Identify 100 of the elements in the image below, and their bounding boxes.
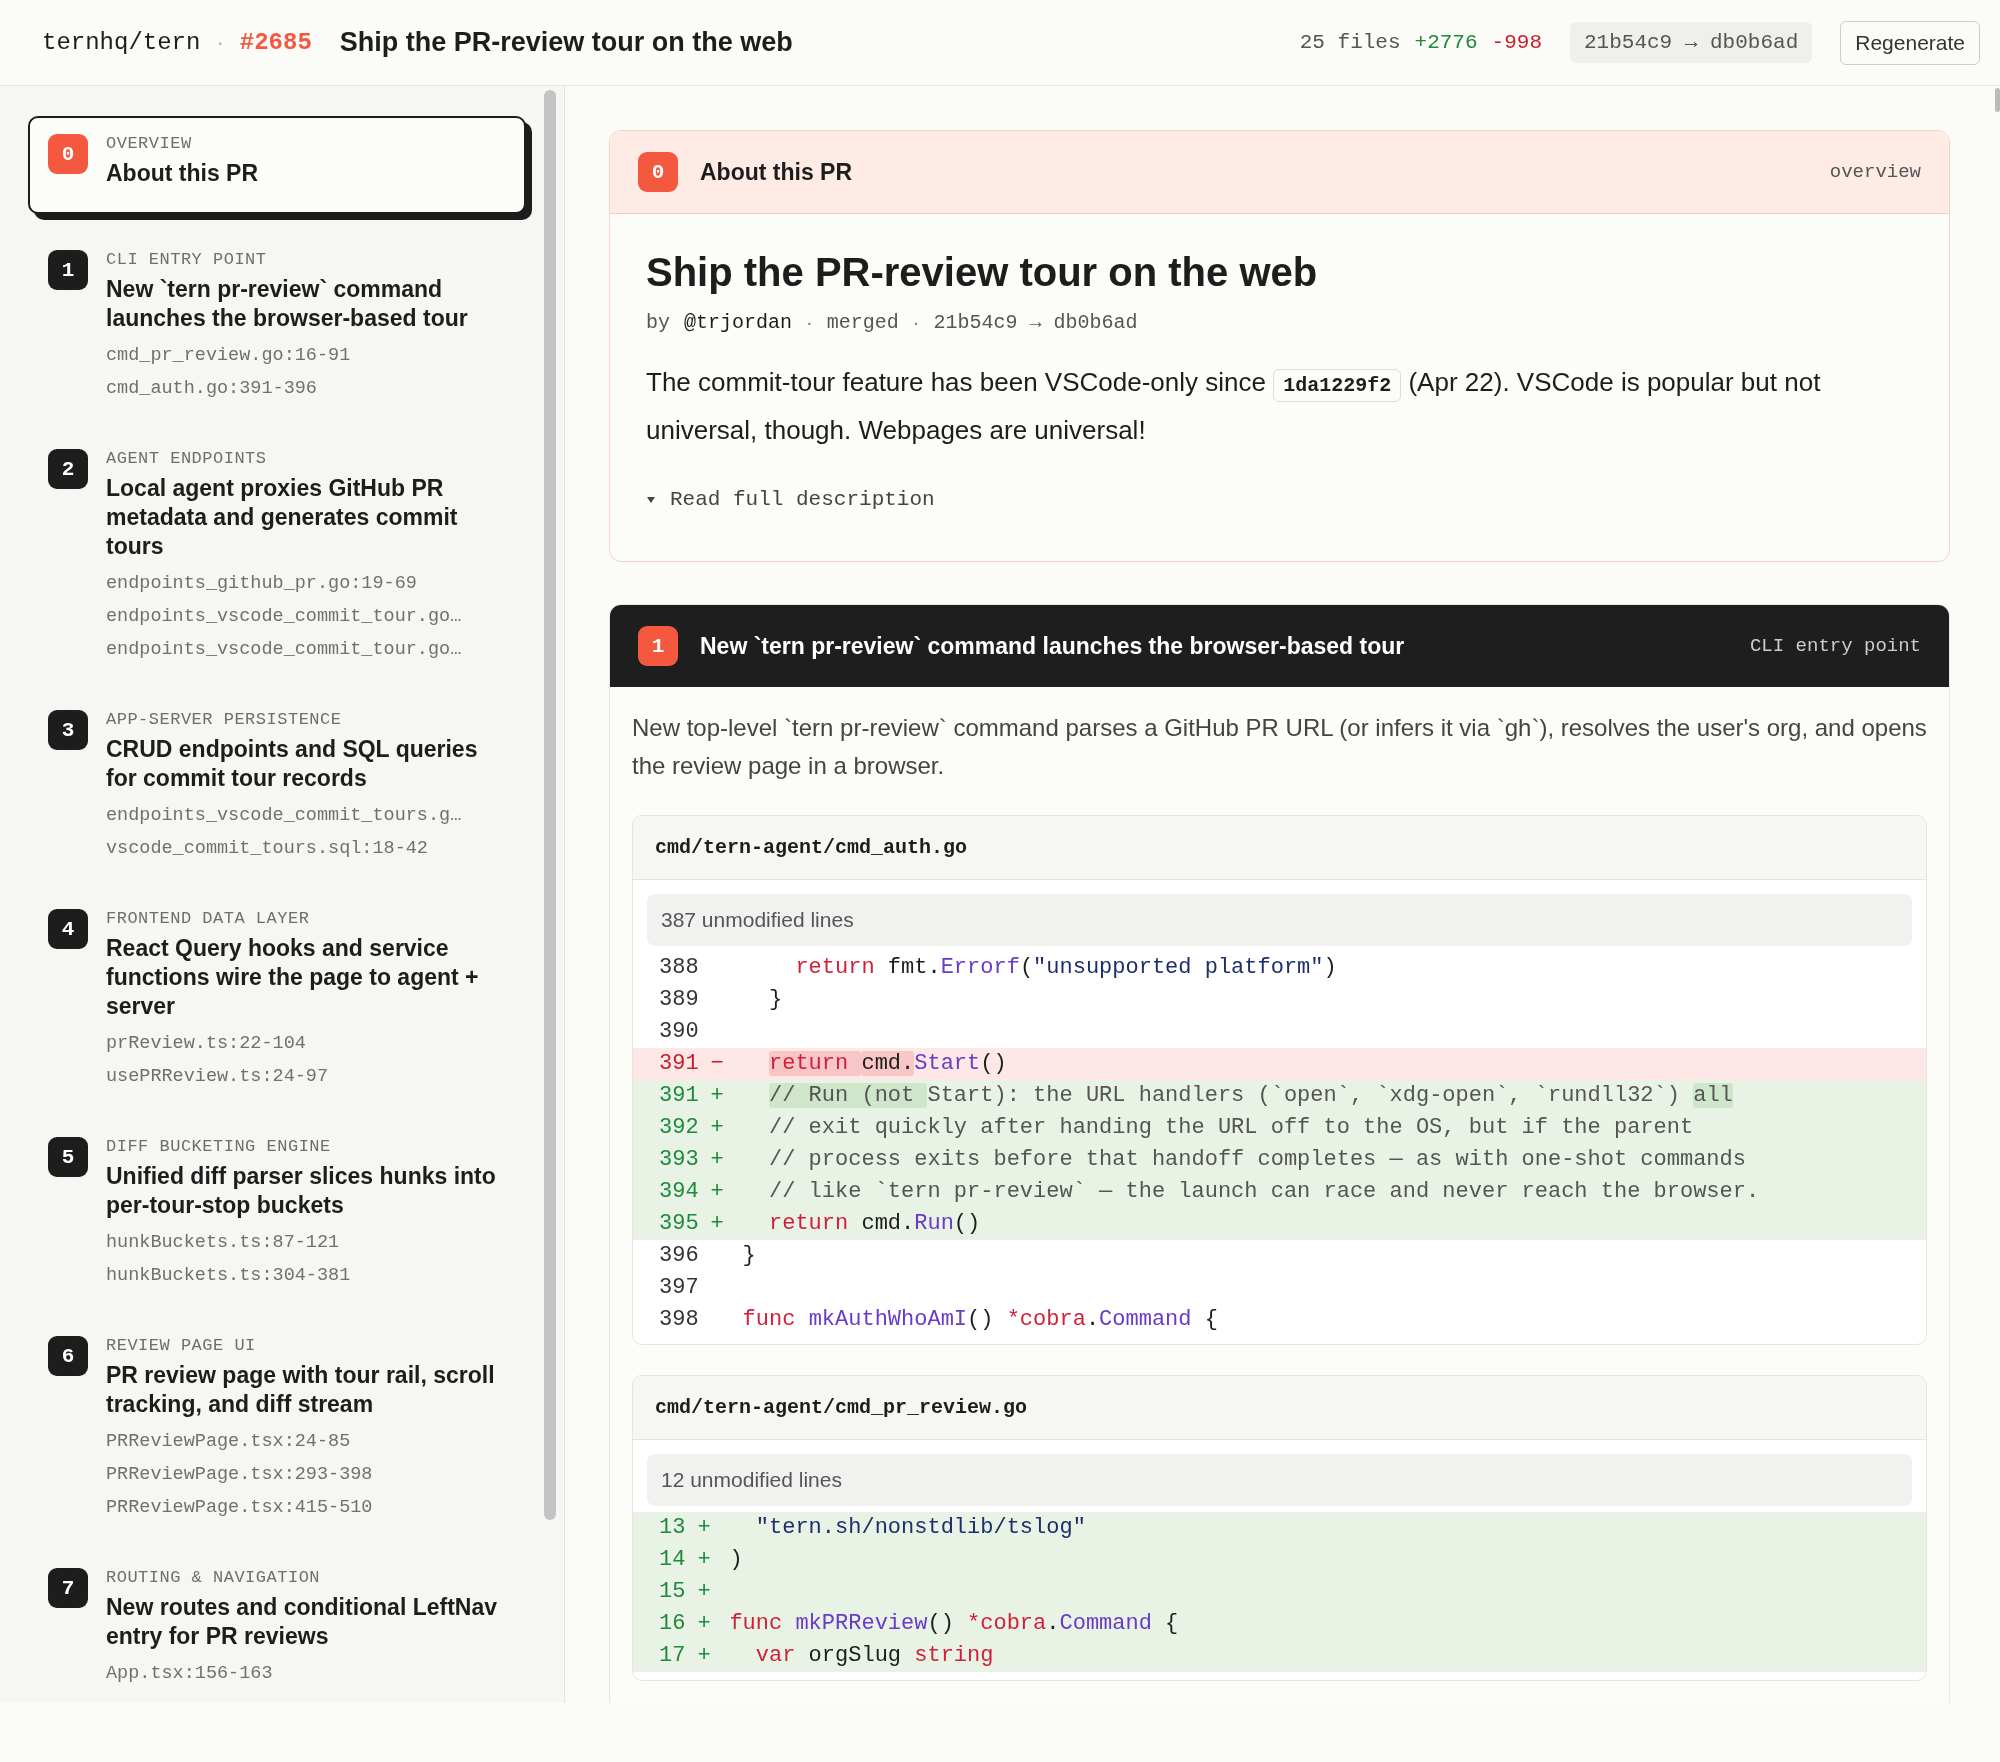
stop-number: 0	[638, 152, 678, 192]
stop-number: 6	[48, 1336, 88, 1376]
tour-stop-item[interactable]: 1 CLI ENTRY POINT New `tern pr-review` command launches the browser-based tour cmd_pr_review.go:16-91 cmd_auth.go:391-396	[28, 244, 526, 413]
line-number: 394	[633, 1176, 711, 1208]
scrollbar-thumb[interactable]	[544, 90, 556, 1520]
diff-sign: −	[710, 1048, 743, 1080]
code-line: }	[768, 986, 784, 1014]
line-number: 391	[633, 1080, 711, 1112]
stop-number: 0	[48, 134, 88, 174]
unmodified-lines-bar[interactable]: 387 unmodified lines	[647, 894, 1912, 946]
stop-category: APP-SERVER PERSISTENCE	[106, 710, 342, 729]
deletions-count: -998	[1491, 31, 1542, 54]
diff-sign: +	[697, 1640, 730, 1672]
file-reference[interactable]: PRReviewPage.tsx:293-398	[106, 1458, 373, 1491]
stop-category: REVIEW PAGE UI	[106, 1336, 256, 1355]
pr-heading: Ship the PR-review tour on the web	[646, 250, 1319, 295]
file-path[interactable]: cmd/tern-agent/cmd_auth.go	[633, 816, 1926, 880]
file-reference[interactable]: App.tsx:156-163	[106, 1657, 273, 1690]
line-number: 389	[658, 986, 700, 1014]
repo-name[interactable]: ternhq/tern	[42, 29, 201, 56]
stop-category: AGENT ENDPOINTS	[106, 449, 267, 468]
stop-category: FRONTEND DATA LAYER	[106, 909, 310, 928]
stop-category: ROUTING & NAVIGATION	[106, 1568, 321, 1587]
diff-sign: +	[697, 1576, 730, 1608]
stop-title: CRUD endpoints and SQL queries for commit tour records	[106, 735, 479, 793]
stop-title: About this PR	[106, 159, 259, 188]
byline-text: @trjordan	[684, 311, 793, 334]
line-number: 388	[658, 954, 700, 982]
line-number: 391	[633, 1048, 711, 1080]
card-title: About this PR	[700, 158, 854, 186]
line-number: 396	[658, 1242, 700, 1270]
line-number: 393	[633, 1144, 711, 1176]
diff-sign: +	[710, 1208, 743, 1240]
file-reference[interactable]: endpoints_github_pr.go:19-69	[106, 567, 417, 600]
stop-title: Unified diff parser slices hunks into per-tour-stop buckets	[106, 1162, 497, 1220]
stop-category: OVERVIEW	[106, 134, 192, 153]
unmodified-lines-bar[interactable]: 12 unmodified lines	[647, 1454, 1912, 1506]
diff-sign: +	[697, 1512, 730, 1544]
stop-title: React Query hooks and service functions wire the page to agent + server	[106, 934, 480, 1021]
pr-number: #2685	[239, 29, 312, 56]
tour-stop-item[interactable]: 7 ROUTING & NAVIGATION New routes and conditional LeftNav entry for PR reviews App.tsx:156-163	[28, 1562, 526, 1698]
code-line: return fmt.Errorf("unsupported platform")	[794, 954, 1338, 982]
stop-summary: New top-level `tern pr-review` command parses a GitHub PR URL (or infers it via `gh`), resolves the user's org, and opens the review page in a browser.	[632, 713, 1927, 781]
regenerate-button[interactable]: Regenerate	[1840, 20, 1980, 65]
read-description-link[interactable]: Read full description	[646, 488, 935, 511]
stop-title: PR review page with tour rail, scroll tracking, and diff stream	[106, 1361, 496, 1419]
stop-number: 3	[48, 710, 88, 750]
card-tag: overview	[1829, 161, 1921, 183]
stop-title: New `tern pr-review` command launches the browser-based tour	[106, 275, 469, 333]
scrollbar-thumb[interactable]	[1995, 88, 2000, 112]
separator-dot: ·	[806, 311, 813, 334]
file-reference[interactable]: cmd_auth.go:391-396	[106, 372, 317, 405]
tour-stop-item[interactable]: 6 REVIEW PAGE UI PR review page with tour rail, scroll tracking, and diff stream PRReviewPage.tsx:24-85 PRReviewPage.tsx:293-398 PRReviewPage.tsx:415-510	[28, 1330, 526, 1532]
line-number: 16	[633, 1608, 698, 1640]
file-reference[interactable]: hunkBuckets.ts:87-121	[106, 1226, 340, 1259]
file-path[interactable]: cmd/tern-agent/cmd_pr_review.go	[633, 1376, 1926, 1440]
additions-count: +2776	[1414, 31, 1478, 54]
stop-title: New routes and conditional LeftNav entry for PR reviews	[106, 1593, 499, 1651]
file-reference[interactable]: cmd_pr_review.go:16-91	[106, 339, 351, 372]
tour-stop-item[interactable]: 4 FRONTEND DATA LAYER React Query hooks and service functions wire the page to agent + server prReview.ts:22-104 usePRReview.ts:24-97	[28, 903, 526, 1101]
file-reference[interactable]: usePRReview.ts:24-97	[106, 1060, 329, 1093]
line-number: 13	[633, 1512, 698, 1544]
file-reference[interactable]: PRReviewPage.tsx:415-510	[106, 1491, 373, 1524]
pr-title: Ship the PR-review tour on the web	[339, 27, 793, 58]
file-reference[interactable]: endpoints_vscode_commit_tour.go…	[106, 633, 462, 666]
card-tag: CLI entry point	[1749, 635, 1921, 657]
tour-stop-item[interactable]: 5 DIFF BUCKETING ENGINE Unified diff parser slices hunks into per-tour-stop buckets hunkBuckets.ts:87-121 hunkBuckets.ts:304-381	[28, 1131, 526, 1300]
stop-number: 2	[48, 449, 88, 489]
line-number: 14	[633, 1544, 698, 1576]
caret-icon	[646, 494, 656, 505]
diff-sign: +	[710, 1112, 743, 1144]
file-reference[interactable]: prReview.ts:22-104	[106, 1027, 306, 1060]
code-line: }	[742, 1242, 757, 1270]
pr-description: The commit-tour feature has been VSCode-only since 1da1229f2 (Apr 22). VSCode is popular but not universal, though. Webpages are universal!	[646, 366, 1822, 447]
stop-number: 1	[638, 626, 678, 666]
file-reference[interactable]: endpoints_vscode_commit_tours.g…	[106, 799, 462, 832]
stop-category: CLI ENTRY POINT	[106, 250, 267, 269]
tour-stop-item[interactable]: 2 AGENT ENDPOINTS Local agent proxies GitHub PR metadata and generates commit tours endpoints_github_pr.go:19-69 endpoints_vscode_commit_tour.go… endpoints_vscode_commit_tour.go…	[28, 443, 526, 674]
line-number: 17	[633, 1640, 698, 1672]
byline-text: merged	[826, 311, 899, 334]
diff-sign: +	[697, 1544, 730, 1576]
stop-number: 5	[48, 1137, 88, 1177]
stop-category: DIFF BUCKETING ENGINE	[106, 1137, 331, 1156]
card-title: New `tern pr-review` command launches the browser-based tour	[700, 632, 1406, 660]
tour-stop-item[interactable]: 3 APP-SERVER PERSISTENCE CRUD endpoints and SQL queries for commit tour records endpoints_vscode_commit_tours.g… vscode_commit_tours.sql:18-42	[28, 704, 526, 873]
diff-sign: +	[710, 1144, 743, 1176]
file-reference[interactable]: hunkBuckets.ts:304-381	[106, 1259, 351, 1292]
files-count: 25 files	[1299, 31, 1401, 54]
file-reference[interactable]: PRReviewPage.tsx:24-85	[106, 1425, 351, 1458]
stop-number: 1	[48, 250, 88, 290]
byline-text: 21b54c9 → db0b6ad	[933, 311, 1138, 334]
file-reference[interactable]: vscode_commit_tours.sql:18-42	[106, 832, 428, 865]
diff-sign: +	[710, 1176, 743, 1208]
file-reference[interactable]: endpoints_vscode_commit_tour.go…	[106, 600, 462, 633]
line-number: 392	[633, 1112, 711, 1144]
line-number: 395	[633, 1208, 711, 1240]
line-number: 15	[633, 1576, 698, 1608]
commit-range: 21b54c9 → db0b6ad	[1570, 22, 1813, 63]
diff-sign: +	[697, 1608, 730, 1640]
stop-title: Local agent proxies GitHub PR metadata and generates commit tours	[106, 474, 459, 561]
